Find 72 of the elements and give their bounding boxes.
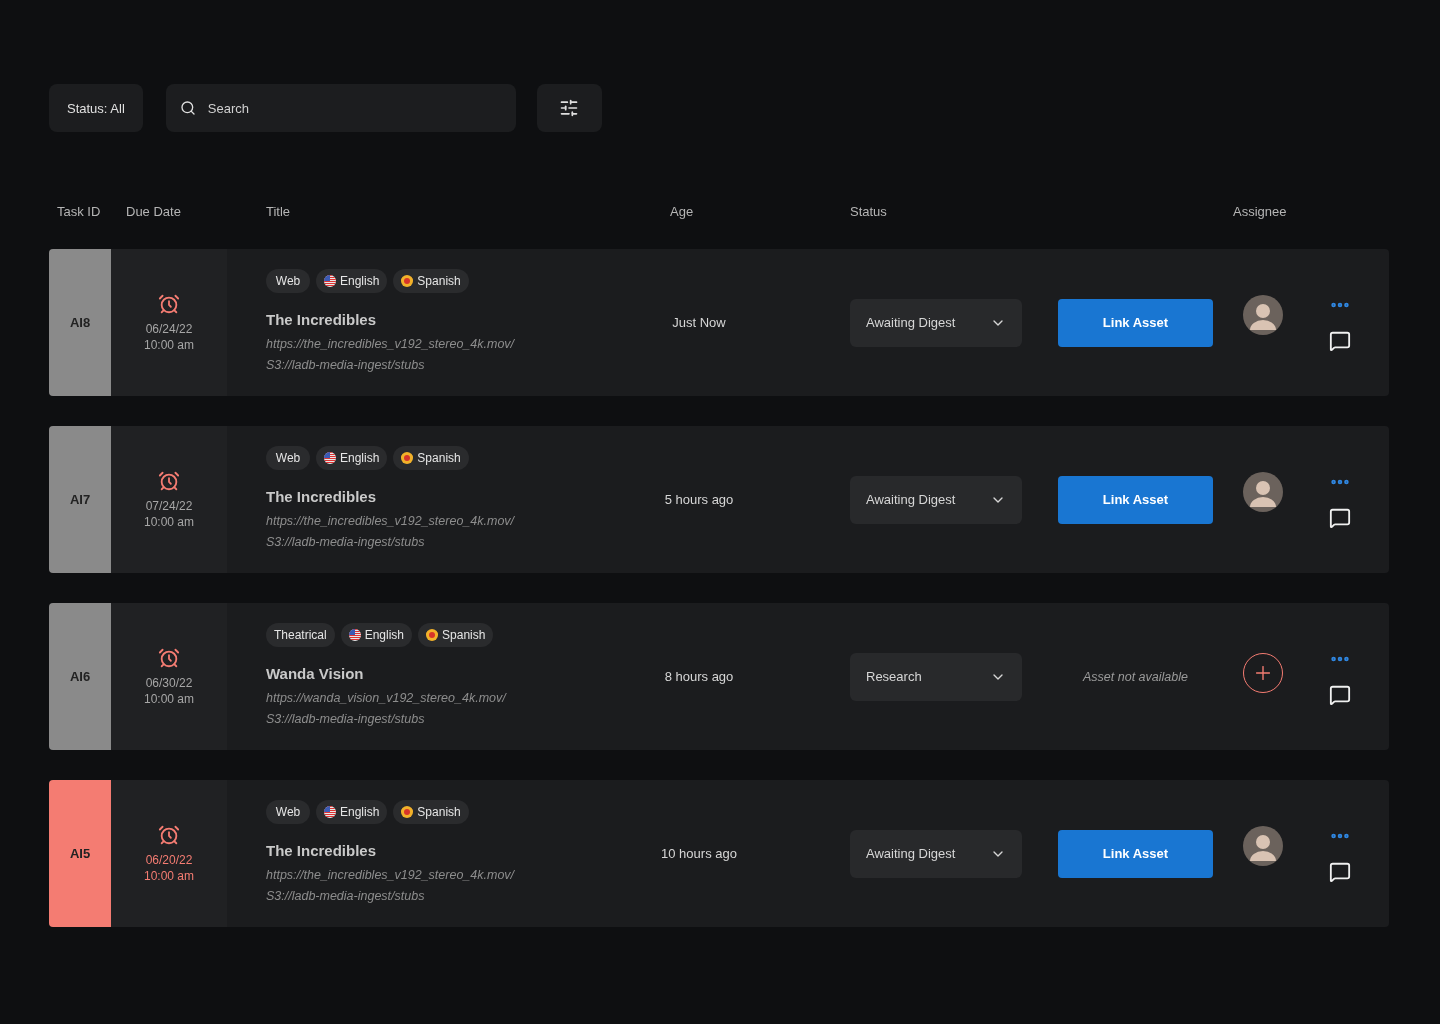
due-date: 07/24/22 10:00 am <box>143 497 194 530</box>
status-dropdown[interactable]: Awaiting Digest <box>850 298 1022 347</box>
storage-path: S3://ladb-media-ingest/stubs <box>266 357 425 374</box>
sliders-icon <box>559 98 580 118</box>
comment-icon[interactable] <box>1329 329 1351 352</box>
search-field[interactable]: Search <box>165 84 516 132</box>
tag: Spanish <box>418 623 494 647</box>
due-date: 06/24/22 10:00 am <box>143 320 194 353</box>
task-title: Wanda Vision <box>266 665 364 682</box>
alarm-clock-icon <box>158 469 180 492</box>
file-url: https://wanda_vision_v192_stereo_4k.mov/ <box>266 690 506 707</box>
search-input[interactable]: Search <box>205 99 502 117</box>
due-date: 06/30/22 10:00 am <box>143 674 194 707</box>
status-dropdown[interactable]: Research <box>850 652 1022 701</box>
flag-icon <box>348 629 361 641</box>
task-id: AI8 <box>69 315 91 330</box>
link-asset-button[interactable]: Link Asset <box>1058 298 1213 347</box>
asset-status: Asset not available <box>1081 669 1189 684</box>
file-url: https://the_incredibles_v192_stereo_4k.mov/ <box>266 867 515 884</box>
tag: English <box>316 800 388 824</box>
column-header: Task ID <box>56 204 101 219</box>
comment-icon[interactable] <box>1329 506 1351 529</box>
column-header: Age <box>669 204 694 219</box>
tag: Spanish <box>393 269 469 293</box>
storage-path: S3://ladb-media-ingest/stubs <box>266 888 425 905</box>
comment-icon[interactable] <box>1329 860 1351 883</box>
tag: English <box>316 269 388 293</box>
file-url: https://the_incredibles_v192_stereo_4k.mov/ <box>266 513 515 530</box>
tag: English <box>340 623 413 647</box>
alarm-clock-icon <box>158 823 180 846</box>
status-dropdown[interactable]: Awaiting Digest <box>850 829 1022 878</box>
tag: Spanish <box>393 800 469 824</box>
search-icon <box>179 100 196 116</box>
tag: Web <box>266 800 310 824</box>
flag-icon <box>324 452 336 464</box>
column-header: Assignee <box>1233 204 1287 219</box>
task-id: AI6 <box>69 669 91 684</box>
column-header: Due Date <box>125 204 181 219</box>
age: Just Now <box>672 315 726 330</box>
due-date: 06/20/22 10:00 am <box>143 851 194 884</box>
column-header: Title <box>265 204 291 219</box>
alarm-clock-icon <box>158 292 180 315</box>
tag: Web <box>266 446 310 470</box>
storage-path: S3://ladb-media-ingest/stubs <box>266 534 425 551</box>
alarm-clock-icon <box>158 646 180 669</box>
tag: Web <box>266 269 310 293</box>
flag-icon <box>401 275 414 287</box>
task-title: The Incredibles <box>266 488 377 505</box>
link-asset-button[interactable]: Link Asset <box>1058 475 1213 524</box>
filter-button[interactable] <box>536 84 602 132</box>
status-filter[interactable]: Status: All <box>49 84 143 132</box>
age: 10 hours ago <box>661 846 737 861</box>
comment-icon[interactable] <box>1329 683 1351 706</box>
age: 5 hours ago <box>664 492 734 507</box>
task-id: AI5 <box>69 846 91 861</box>
flag-icon <box>324 806 336 818</box>
flag-icon <box>324 275 336 287</box>
column-header: Status <box>849 204 887 219</box>
tag: Theatrical <box>266 623 335 647</box>
task-title: The Incredibles <box>266 842 377 859</box>
flag-icon <box>426 629 439 641</box>
file-url: https://the_incredibles_v192_stereo_4k.mov/ <box>266 336 515 353</box>
tag: English <box>316 446 388 470</box>
age: 8 hours ago <box>664 669 734 684</box>
flag-icon <box>401 452 414 464</box>
flag-icon <box>401 806 414 818</box>
link-asset-button[interactable]: Link Asset <box>1058 829 1213 878</box>
tag: Spanish <box>393 446 469 470</box>
task-id: AI7 <box>69 492 91 507</box>
task-title: The Incredibles <box>266 311 377 328</box>
storage-path: S3://ladb-media-ingest/stubs <box>266 711 425 728</box>
status-dropdown[interactable]: Awaiting Digest <box>850 475 1022 524</box>
